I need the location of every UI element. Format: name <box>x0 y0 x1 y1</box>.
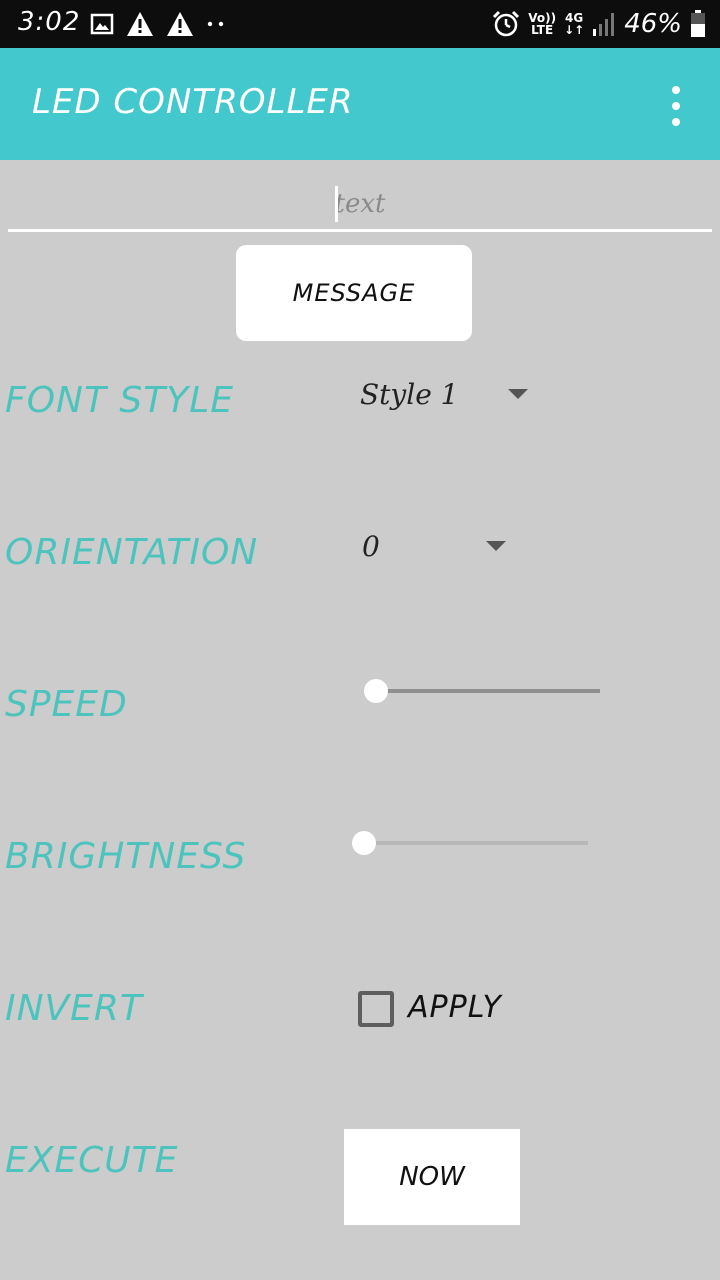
dropdown-arrow-icon <box>508 389 528 399</box>
alarm-icon <box>493 10 520 37</box>
speed-label: SPEED <box>5 684 128 725</box>
orientation-label: ORIENTATION <box>5 532 259 573</box>
invert-label: INVERT <box>5 988 143 1029</box>
message-input[interactable] <box>8 180 712 228</box>
speed-slider[interactable] <box>364 676 600 706</box>
orientation-spinner[interactable]: 0 <box>362 526 512 566</box>
text-cursor <box>335 186 338 222</box>
font-style-spinner[interactable]: Style 1 <box>360 374 530 414</box>
battery-icon <box>691 10 705 37</box>
now-button[interactable]: NOW <box>344 1129 520 1225</box>
font-style-label: FONT STYLE <box>5 380 235 421</box>
battery-percent: 46% <box>624 9 682 39</box>
status-bar: 3:02 Vo)) LTE 4G ↓↑ 46% <box>0 0 720 48</box>
more-notifications-icon <box>207 21 224 27</box>
brightness-slider[interactable] <box>352 828 588 858</box>
notification-icons <box>90 10 226 38</box>
warning-icon <box>167 12 193 36</box>
app-title: LED CONTROLLER <box>32 82 354 122</box>
slider-track <box>376 689 600 693</box>
slider-thumb[interactable] <box>352 831 376 855</box>
execute-label: EXECUTE <box>5 1140 179 1181</box>
invert-checkbox[interactable] <box>358 991 394 1027</box>
apply-checkbox-label[interactable]: APPLY <box>408 990 502 1025</box>
brightness-label: BRIGHTNESS <box>5 836 247 877</box>
status-time: 3:02 <box>18 7 81 37</box>
mobile-data-indicator: 4G ↓↑ <box>564 11 585 37</box>
orientation-value: 0 <box>362 529 380 563</box>
message-button[interactable]: MESSAGE <box>236 245 472 341</box>
overflow-menu-icon[interactable] <box>660 86 692 126</box>
slider-track <box>364 841 588 845</box>
font-style-value: Style 1 <box>360 377 459 411</box>
slider-thumb[interactable] <box>364 679 388 703</box>
system-icons: Vo)) LTE 4G ↓↑ 46% <box>492 8 706 40</box>
volte-indicator: Vo)) LTE <box>528 11 557 37</box>
gallery-icon <box>90 13 114 35</box>
app-bar: LED CONTROLLER <box>0 48 720 160</box>
signal-icon <box>593 13 615 36</box>
message-text-field <box>8 180 712 232</box>
dropdown-arrow-icon <box>486 541 506 551</box>
warning-icon <box>127 12 153 36</box>
